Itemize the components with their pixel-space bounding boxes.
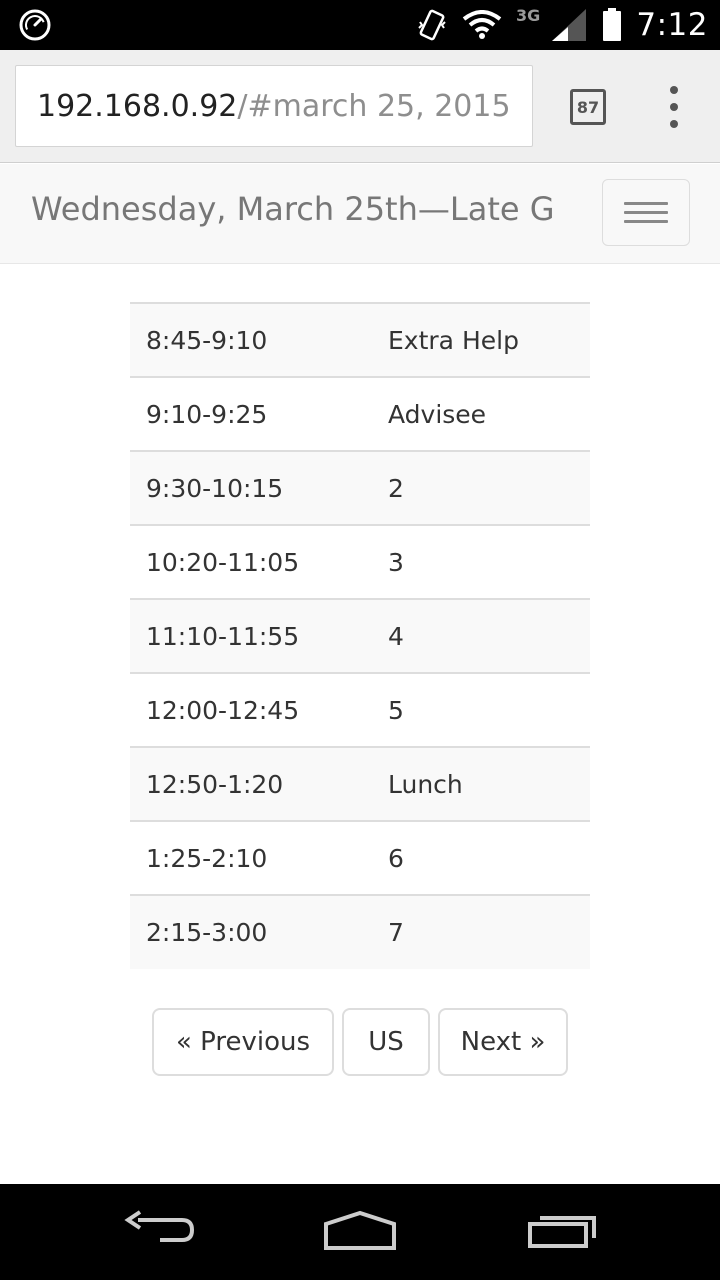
table-row: 11:10-11:55 4 bbox=[130, 599, 590, 673]
url-host: 192.168.0.92 bbox=[37, 88, 238, 124]
home-icon[interactable] bbox=[322, 1210, 398, 1259]
vibrate-icon bbox=[416, 8, 448, 42]
browser-toolbar: 192.168.0.92/#march 25, 2015 87 bbox=[0, 50, 720, 163]
table-row: 9:10-9:25 Advisee bbox=[130, 377, 590, 451]
back-icon[interactable] bbox=[124, 1210, 196, 1255]
time-cell: 2:15-3:00 bbox=[146, 918, 268, 947]
period-cell: Lunch bbox=[388, 769, 463, 799]
wifi-icon bbox=[462, 10, 502, 40]
table-row: 9:30-10:15 2 bbox=[130, 451, 590, 525]
time-cell: 8:45-9:10 bbox=[146, 325, 268, 355]
period-cell: 4 bbox=[388, 621, 404, 651]
table-row: 10:20-11:05 3 bbox=[130, 525, 590, 599]
recents-icon[interactable] bbox=[526, 1210, 598, 1255]
clock: 7:12 bbox=[636, 7, 708, 43]
hamburger-icon[interactable] bbox=[602, 179, 690, 246]
time-cell: 1:25-2:10 bbox=[146, 843, 268, 873]
table-row: 12:50-1:20 Lunch bbox=[130, 747, 590, 821]
network-type-label: 3G bbox=[516, 7, 540, 25]
period-cell: 7 bbox=[388, 918, 404, 947]
schedule-table: 8:45-9:10 Extra Help 9:10-9:25 Advisee 9:30-… bbox=[130, 302, 590, 969]
table-row: 12:00-12:45 5 bbox=[130, 673, 590, 747]
page-title[interactable]: Wednesday, March 25th—Late G bbox=[31, 190, 591, 228]
table-row: 2:15-3:00 7 bbox=[130, 895, 590, 969]
time-cell: 10:20-11:05 bbox=[146, 547, 300, 577]
pager: « Previous US Next » bbox=[0, 1008, 720, 1076]
time-cell: 12:50-1:20 bbox=[146, 769, 284, 799]
period-cell: 5 bbox=[388, 695, 404, 725]
period-cell: 2 bbox=[388, 473, 404, 503]
current-button[interactable]: US bbox=[342, 1008, 430, 1076]
table-row: 8:45-9:10 Extra Help bbox=[130, 303, 590, 377]
period-cell: 3 bbox=[388, 547, 404, 577]
status-bar: 3G 7:12 bbox=[0, 0, 720, 50]
period-cell: 6 bbox=[388, 843, 404, 873]
speedometer-icon bbox=[18, 8, 52, 42]
next-button[interactable]: Next » bbox=[438, 1008, 568, 1076]
url-bar[interactable]: 192.168.0.92/#march 25, 2015 bbox=[15, 65, 533, 147]
table-row: 1:25-2:10 6 bbox=[130, 821, 590, 895]
time-cell: 9:30-10:15 bbox=[146, 473, 284, 503]
time-cell: 9:10-9:25 bbox=[146, 399, 268, 429]
signal-icon: 3G bbox=[516, 7, 588, 43]
time-cell: 12:00-12:45 bbox=[146, 695, 300, 725]
previous-button[interactable]: « Previous bbox=[152, 1008, 334, 1076]
tab-switcher-button[interactable]: 87 bbox=[570, 89, 606, 125]
status-icons: 3G 7:12 bbox=[416, 0, 720, 50]
system-nav-bar bbox=[0, 1184, 720, 1280]
period-cell: Extra Help bbox=[388, 325, 519, 355]
url-path: /#march 25, 2015 bbox=[237, 88, 511, 124]
battery-icon bbox=[602, 8, 622, 42]
overflow-menu-icon[interactable] bbox=[664, 86, 684, 128]
period-cell: Advisee bbox=[388, 399, 487, 429]
time-cell: 11:10-11:55 bbox=[146, 621, 300, 651]
navbar: Wednesday, March 25th—Late G bbox=[0, 164, 720, 264]
